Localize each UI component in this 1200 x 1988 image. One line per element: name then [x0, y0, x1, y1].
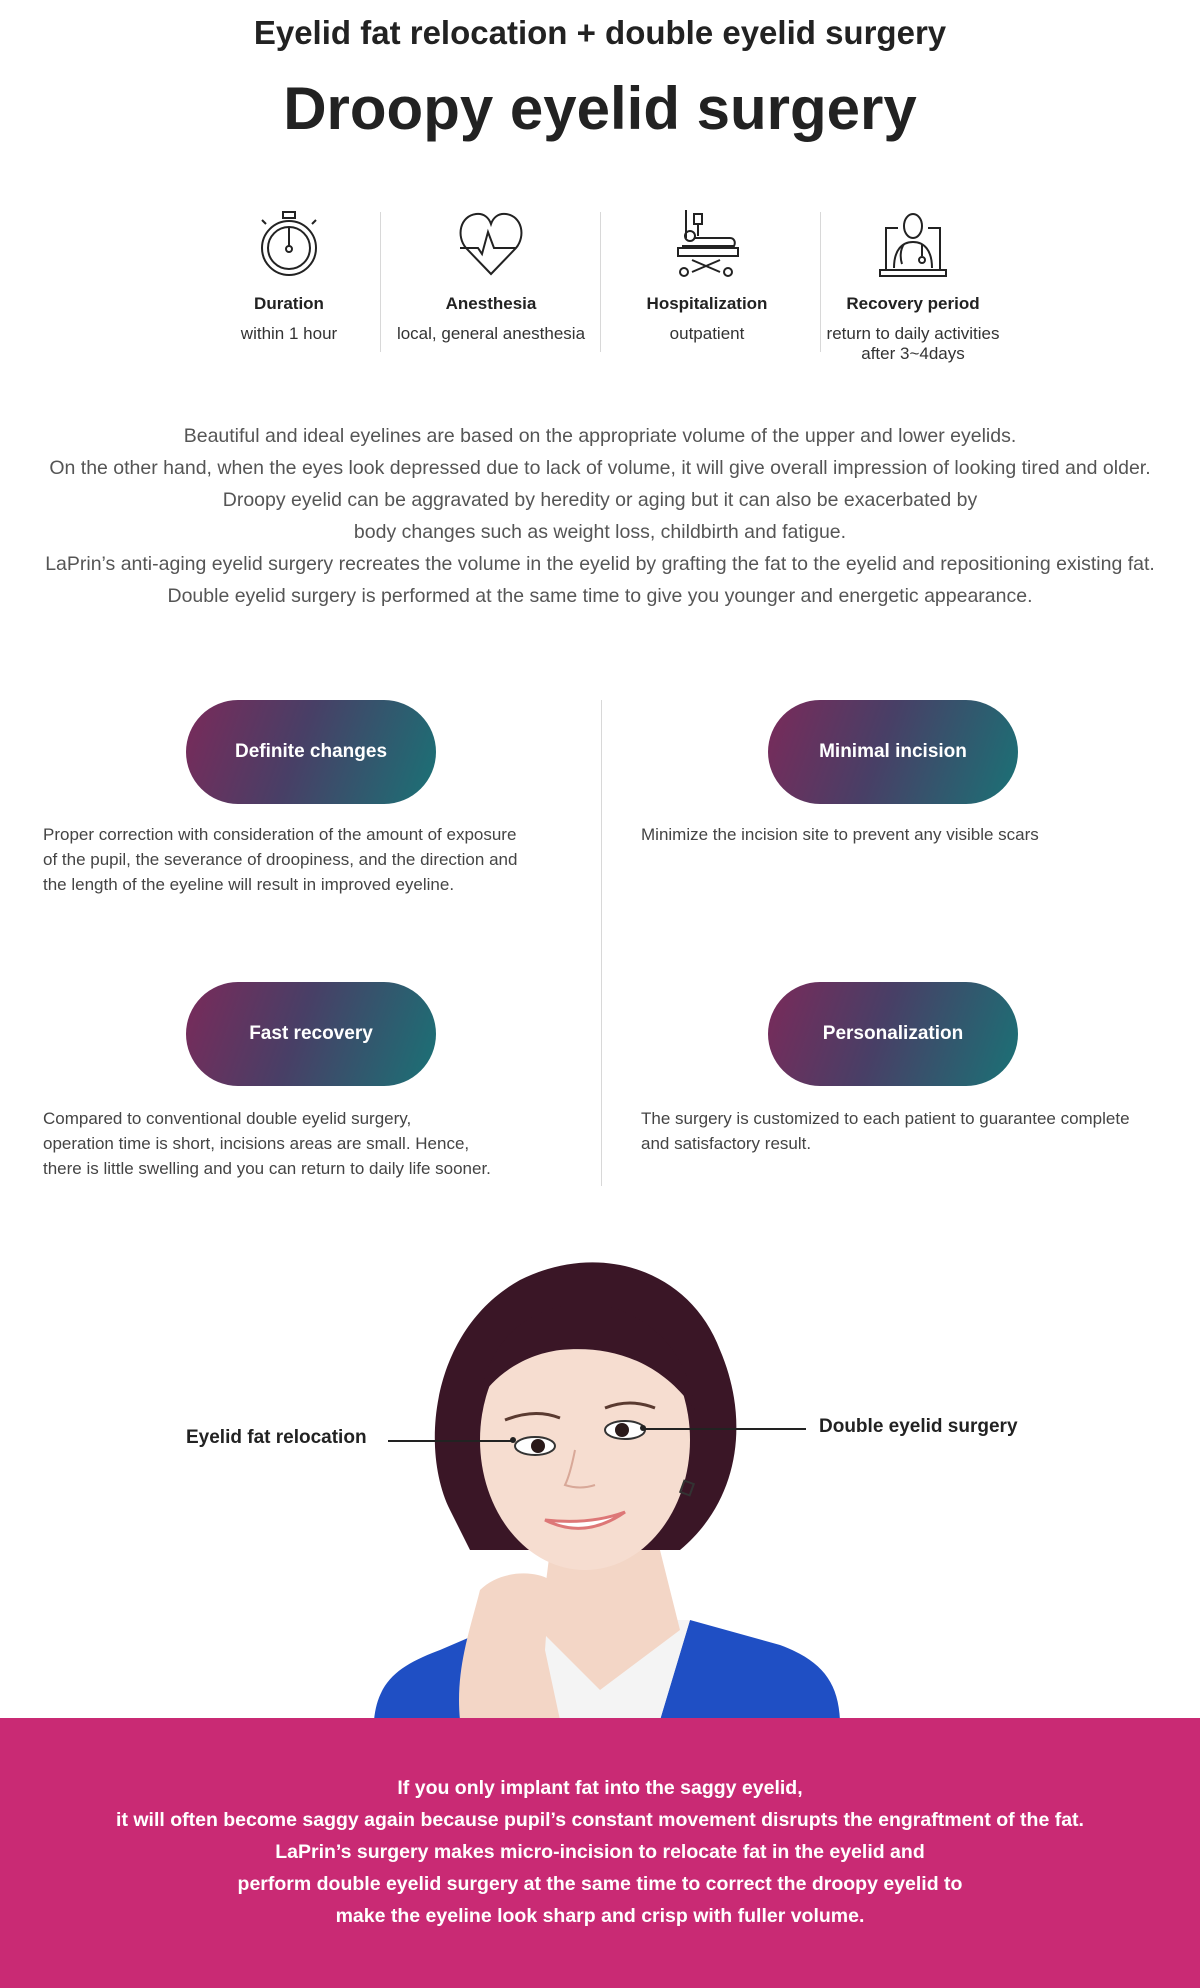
feature-description: Proper correction with consideration of … — [43, 822, 563, 897]
stat-value: return to daily activities after 3~4days — [808, 324, 1018, 364]
callout-eyelid-fat-relocation: Eyelid fat relocation — [186, 1427, 367, 1448]
callout-line — [388, 1440, 512, 1442]
summary-line: perform double eyelid surgery at the sam… — [237, 1873, 963, 1895]
desc-line: the length of the eyeline will result in… — [43, 875, 455, 894]
desc-line: The surgery is customized to each patien… — [641, 1109, 1130, 1128]
desc-line: there is little swelling and you can ret… — [43, 1159, 491, 1178]
feature-badge-personalization: Personalization — [768, 982, 1018, 1086]
intro-line: Beautiful and ideal eyelines are based o… — [183, 425, 1017, 447]
feature-description: Compared to conventional double eyelid s… — [43, 1106, 563, 1181]
page-subtitle: Eyelid fat relocation + double eyelid su… — [253, 14, 947, 51]
stat-anesthesia: Anesthesia local, general anesthesia — [386, 208, 596, 344]
feature-badge-minimal-incision: Minimal incision — [768, 700, 1018, 804]
summary-line: make the eyeline look sharp and crisp wi… — [335, 1905, 865, 1927]
portrait-photo — [374, 1262, 840, 1720]
summary-line: If you only implant fat into the saggy e… — [397, 1777, 803, 1799]
feature-description: The surgery is customized to each patien… — [641, 1106, 1161, 1156]
summary-line: it will often become saggy again because… — [116, 1809, 1084, 1831]
intro-line: body changes such as weight loss, childb… — [353, 521, 847, 543]
desc-line: Proper correction with consideration of … — [43, 825, 517, 844]
callout-line — [644, 1428, 806, 1430]
desc-line: operation time is short, incisions areas… — [43, 1134, 470, 1153]
doctor-icon — [879, 213, 947, 277]
stat-recovery: Recovery period return to daily activiti… — [808, 208, 1018, 364]
desc-line: Compared to conventional double eyelid s… — [43, 1109, 412, 1128]
page-title: Droopy eyelid surgery — [283, 75, 917, 142]
feature-divider — [601, 700, 602, 1186]
stat-value-line: return to daily activities — [826, 324, 1000, 343]
stat-label: Recovery period — [846, 294, 980, 313]
intro-line: Double eyelid surgery is performed at th… — [167, 585, 1033, 607]
desc-line: and satisfactory result. — [641, 1134, 812, 1153]
callout-dot — [510, 1437, 516, 1443]
divider — [380, 212, 381, 352]
stat-label: Duration — [254, 294, 324, 313]
intro-line: LaPrin’s anti-aging eyelid surgery recre… — [45, 553, 1155, 575]
stat-value: within 1 hour — [240, 324, 338, 343]
stat-value: local, general anesthesia — [396, 324, 586, 343]
stopwatch-icon — [261, 211, 317, 276]
hospital-bed-icon — [677, 210, 739, 277]
intro-paragraph: Beautiful and ideal eyelines are based o… — [0, 420, 1200, 612]
stat-label: Anesthesia — [445, 294, 537, 313]
callout-dot — [640, 1425, 646, 1431]
intro-line: Droopy eyelid can be aggravated by hered… — [222, 489, 978, 511]
feature-description: Minimize the incision site to prevent an… — [641, 822, 1161, 847]
desc-line: Minimize the incision site to prevent an… — [641, 825, 1039, 844]
stat-value-line: after 3~4days — [861, 344, 965, 363]
intro-line: On the other hand, when the eyes look de… — [49, 457, 1151, 479]
feature-badge-definite-changes: Definite changes — [186, 700, 436, 804]
feature-badge-fast-recovery: Fast recovery — [186, 982, 436, 1086]
stat-label: Hospitalization — [646, 294, 768, 313]
stat-value: outpatient — [669, 324, 745, 343]
stat-hospitalization: Hospitalization outpatient — [602, 208, 812, 344]
hand — [459, 1573, 560, 1720]
callout-double-eyelid-surgery: Double eyelid surgery — [819, 1416, 1018, 1437]
heartbeat-icon — [459, 212, 523, 276]
divider — [600, 212, 601, 352]
desc-line: of the pupil, the severance of droopines… — [43, 850, 518, 869]
summary-line: LaPrin’s surgery makes micro-incision to… — [275, 1841, 925, 1863]
stat-duration: Duration within 1 hour — [184, 208, 394, 344]
summary-band: If you only implant fat into the saggy e… — [0, 1718, 1200, 1988]
summary-text: If you only implant fat into the saggy e… — [0, 1772, 1200, 1932]
